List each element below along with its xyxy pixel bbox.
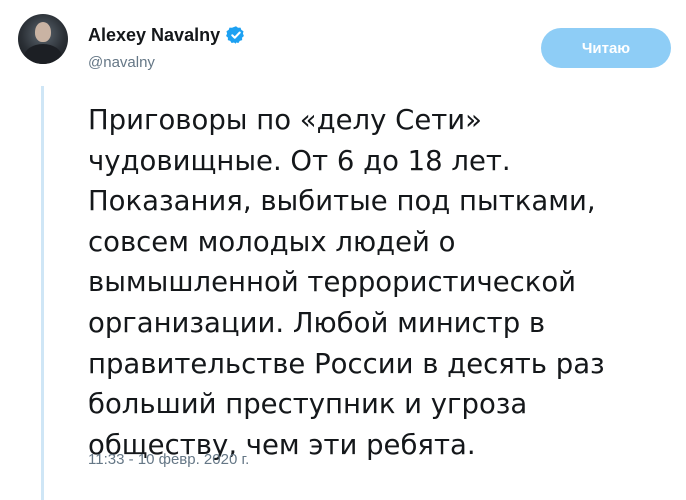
tweet-text-line: Показания, выбитые под пытками, [88, 185, 596, 218]
tweet-text-line: совсем молодых людей о [88, 225, 456, 258]
avatar-head [35, 22, 51, 42]
author-name-row: Alexey Navalny [88, 22, 246, 48]
author-display-name[interactable]: Alexey Navalny [88, 25, 220, 46]
avatar[interactable] [18, 14, 68, 64]
follow-button[interactable]: Читаю [541, 28, 671, 68]
verified-badge-icon [226, 25, 246, 45]
tweet-timestamp[interactable]: 11:33 - 10 февр. 2020 г. [88, 451, 249, 468]
tweet-text: Приговоры по «делу Сети» чудовищные. От … [88, 100, 678, 465]
tweet-text-line: организации. Любой министр в [88, 306, 546, 339]
tweet-text-line: правительстве России в десять раз [88, 347, 605, 380]
tweet-text-line: Приговоры по «делу Сети» [88, 104, 482, 136]
author-handle[interactable]: @navalny [88, 54, 155, 71]
avatar-shoulders [24, 44, 62, 64]
tweet-card: Alexey Navalny @navalny Читаю Приговоры … [0, 0, 686, 500]
tweet-text-line: вымышленной террористической [88, 266, 577, 299]
tweet-text-line: больший преступник и угроза [88, 388, 528, 421]
tweet-text-line: чудовищные. От 6 до 18 лет. [88, 144, 511, 177]
thread-line [41, 86, 44, 500]
